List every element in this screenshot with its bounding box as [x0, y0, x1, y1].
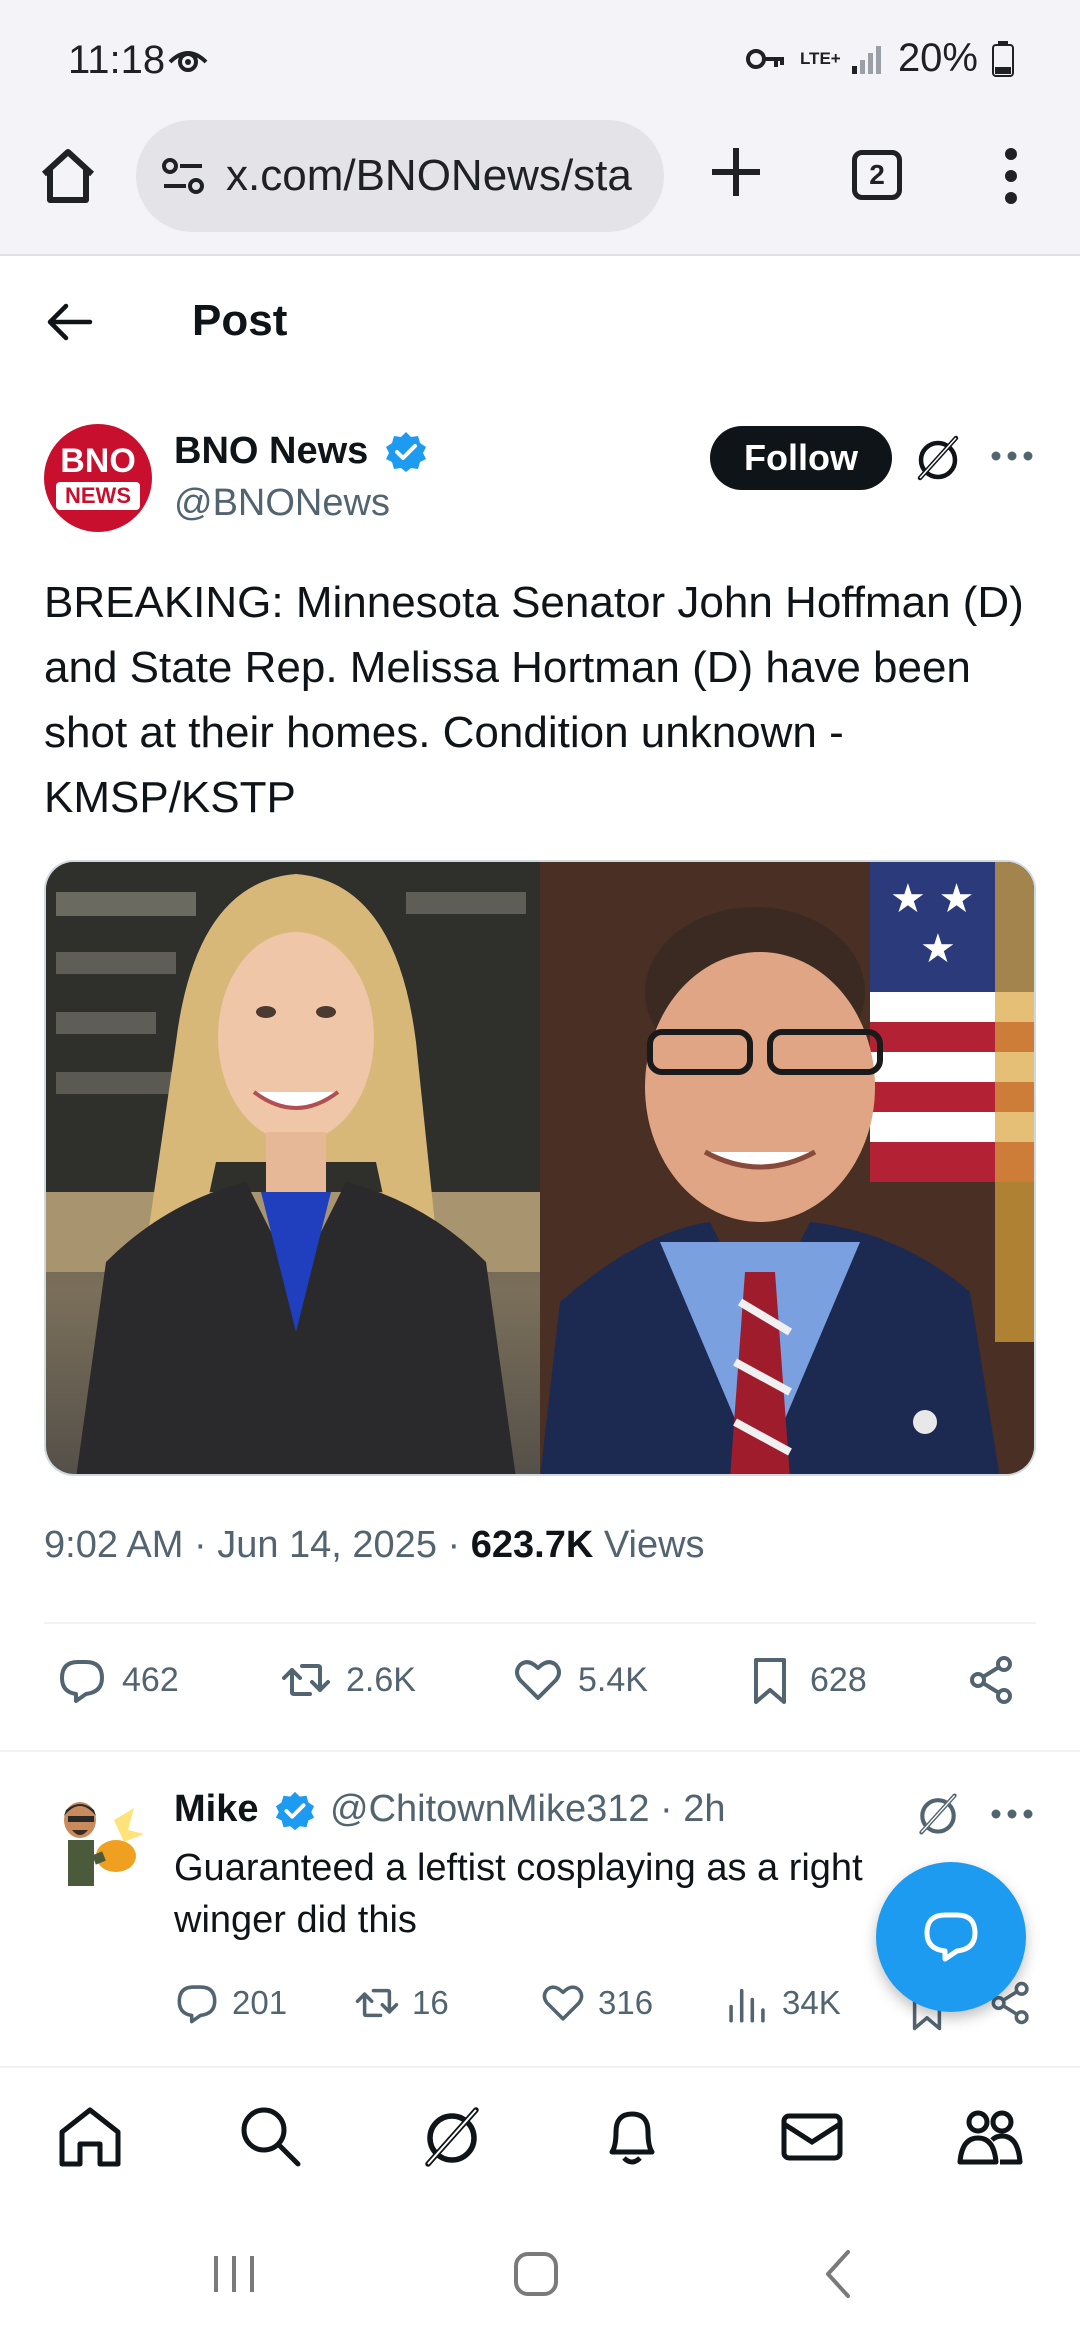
tab-switcher-button[interactable]: 2 [852, 150, 902, 200]
reply-like-count: 316 [598, 1984, 654, 2021]
post-meta: 9:02 AM · Jun 14, 2025 · 623.7K Views [44, 1524, 705, 1566]
reply-repost-button[interactable]: 16 [354, 1980, 449, 2026]
eye-icon [168, 51, 208, 72]
reply-author-name[interactable]: Mike [174, 1788, 258, 1831]
reply-like-button[interactable]: 316 [540, 1980, 653, 2026]
bookmark-icon [754, 1658, 786, 1704]
reply-button[interactable]: 462 [56, 1654, 179, 1706]
status-icons: LTE+ 20% [745, 36, 1014, 81]
share-button[interactable] [966, 1654, 1018, 1706]
photo-right[interactable]: ★ ★ ★ [540, 862, 1034, 1474]
divider [44, 1622, 1036, 1624]
search-icon[interactable] [236, 2102, 304, 2170]
compose-reply-button[interactable] [876, 1862, 1026, 2012]
signal-icon [851, 45, 881, 74]
reply-text: Guaranteed a leftist cosplaying as a rig… [174, 1847, 863, 1941]
status-time: 11:18 [68, 38, 166, 82]
photo-left[interactable] [46, 862, 540, 1474]
reply-reply-button[interactable]: 201 [174, 1980, 287, 2026]
like-button[interactable]: 5.4K [512, 1654, 648, 1706]
reply-views-button[interactable]: 34K [724, 1980, 841, 2026]
bookmark-count: 628 [810, 1660, 867, 1699]
follow-button[interactable]: Follow [710, 426, 892, 490]
like-count: 5.4K [578, 1660, 648, 1699]
bitmoji-avatar-image [44, 1790, 148, 1894]
reply-count: 462 [122, 1660, 179, 1699]
author-avatar[interactable]: BNO NEWS [44, 424, 152, 532]
verified-badge-icon [275, 1791, 315, 1831]
avatar-logo-subtext: NEWS [56, 482, 140, 510]
page-title: Post [192, 296, 288, 345]
home-button-icon[interactable] [508, 2246, 564, 2302]
messages-mail-icon[interactable] [778, 2102, 846, 2170]
more-options-icon[interactable] [990, 1804, 1034, 1824]
post-actions: 462 2.6K 5.4K 628 [0, 1654, 1080, 1718]
battery-percent: 20% [897, 36, 978, 80]
svg-text:★ ★: ★ ★ [890, 876, 974, 922]
verified-badge-icon [386, 432, 426, 472]
reply-avatar[interactable] [44, 1790, 148, 1894]
author-handle[interactable]: @BNONews [174, 482, 390, 525]
portrait-man-image: ★ ★ ★ [540, 862, 1034, 1474]
status-bar: 11:18 LTE+ 20% [0, 0, 1080, 112]
reply-handle-time[interactable]: @ChitownMike312 · 2h [330, 1788, 726, 1831]
more-options-icon[interactable] [990, 446, 1034, 466]
reply-reply-count: 201 [232, 1984, 288, 2021]
views-label: Views [603, 1524, 705, 1566]
back-button-icon[interactable] [812, 2246, 868, 2302]
browser-menu-icon[interactable] [996, 144, 1026, 208]
tab-count: 2 [869, 159, 885, 190]
bottom-navigation [0, 2066, 1080, 2202]
views-chart-icon [729, 1988, 765, 2023]
site-settings-icon[interactable] [158, 151, 208, 201]
repost-button[interactable]: 2.6K [280, 1654, 416, 1706]
heart-icon [515, 1660, 561, 1700]
recent-apps-icon[interactable] [206, 2246, 262, 2302]
repost-icon [355, 1988, 399, 2018]
grok-icon[interactable] [912, 432, 964, 484]
reply-views-count: 34K [782, 1984, 841, 2021]
browser-toolbar: x.com/BNONews/sta 2 [0, 112, 1080, 256]
network-type: LTE+ [799, 48, 841, 68]
address-bar[interactable]: x.com/BNONews/sta [136, 120, 664, 232]
grok-icon[interactable] [914, 1790, 962, 1838]
battery-icon [992, 40, 1014, 77]
reply-repost-count: 16 [412, 1984, 449, 2021]
follow-label: Follow [744, 437, 858, 478]
new-tab-icon[interactable] [706, 142, 766, 202]
post-media[interactable]: ★ ★ ★ [44, 860, 1036, 1476]
grok-icon[interactable] [418, 2102, 486, 2170]
share-icon [970, 1656, 1012, 1704]
repost-icon [282, 1664, 330, 1696]
svg-text:★: ★ [920, 926, 956, 972]
reply-icon [60, 1660, 104, 1703]
post-time: 9:02 AM [44, 1524, 184, 1566]
heart-icon [542, 1985, 584, 2021]
repost-count: 2.6K [346, 1660, 416, 1699]
browser-home-icon[interactable] [36, 144, 100, 208]
system-navigation-bar [0, 2202, 1080, 2340]
communities-icon[interactable] [956, 2102, 1024, 2170]
reply-icon [177, 1985, 217, 2024]
post-text: BREAKING: Minnesota Senator John Hoffman… [44, 578, 1024, 822]
vpn-key-icon [745, 48, 784, 69]
author-name[interactable]: BNO News [174, 430, 368, 473]
views-count: 623.7K [470, 1524, 594, 1566]
chat-bubble-icon [924, 1912, 978, 1962]
url-text: x.com/BNONews/sta [226, 151, 632, 200]
portrait-woman-image [46, 862, 540, 1474]
notifications-bell-icon[interactable] [598, 2102, 666, 2170]
divider [0, 1750, 1080, 1752]
home-icon[interactable] [56, 2102, 124, 2170]
post-date: Jun 14, 2025 [217, 1524, 437, 1566]
bookmark-button[interactable]: 628 [744, 1654, 867, 1706]
avatar-logo-text: BNO [60, 442, 136, 480]
back-arrow-icon[interactable] [44, 296, 96, 348]
